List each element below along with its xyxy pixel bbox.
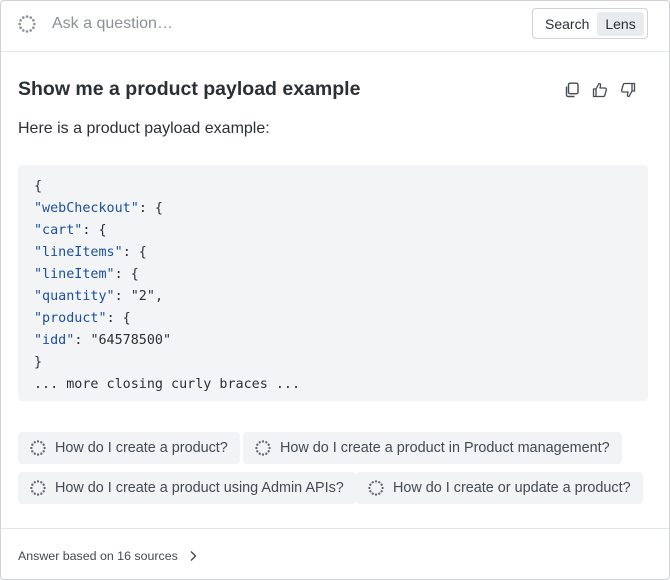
suggestion-chip[interactable]: How do I create a product in Product man…	[243, 432, 622, 464]
dotted-circle-icon	[255, 440, 271, 456]
sources-label: Answer based on 16 sources	[18, 549, 178, 563]
dotted-circle-icon	[368, 480, 384, 496]
suggestion-label: How do I create or update a product?	[393, 480, 631, 496]
thumbs-up-icon	[592, 82, 608, 98]
sources-link[interactable]: Answer based on 16 sources	[18, 549, 198, 563]
mode-lens-button[interactable]: Lens	[597, 11, 644, 36]
code-token: "cart"	[34, 223, 83, 238]
suggestion-chip[interactable]: How do I create a product?	[18, 432, 240, 464]
code-line: "product": {	[34, 308, 632, 330]
thumbs-down-icon	[620, 82, 636, 98]
chevron-right-icon	[190, 551, 197, 561]
code-line: "lineItems": {	[34, 242, 632, 264]
suggestion-chip[interactable]: How do I create a product using Admin AP…	[18, 472, 356, 504]
thumbs-up-button[interactable]	[590, 80, 610, 100]
code-token: "lineItem"	[34, 267, 115, 282]
code-token: : {	[106, 311, 131, 326]
code-token: : {	[138, 201, 163, 216]
code-token: }	[34, 355, 43, 370]
dotted-circle-icon	[30, 440, 46, 456]
code-line: "lineItem": {	[34, 264, 632, 286]
code-token: "webCheckout"	[34, 201, 139, 216]
mode-toggle: Search Lens	[532, 8, 648, 39]
code-line: {	[34, 176, 632, 198]
copy-button[interactable]	[562, 80, 582, 100]
code-token: :	[74, 333, 91, 348]
dotted-circle-icon	[30, 480, 46, 496]
ask-ai-panel: Search Lens Show me a product payload ex…	[0, 0, 670, 580]
code-token: ,	[154, 289, 163, 304]
code-token: : {	[82, 223, 107, 238]
suggestion-label: How do I create a product?	[55, 440, 228, 456]
code-line: "cart": {	[34, 220, 632, 242]
code-line: ... more closing curly braces ...	[34, 374, 632, 396]
code-token: "quantity"	[34, 289, 115, 304]
suggestion-label: How do I create a product using Admin AP…	[55, 480, 344, 496]
code-block: {"webCheckout": {"cart": {"lineItems": {…	[18, 165, 648, 401]
code-token: "product"	[34, 311, 107, 326]
thumbs-down-button[interactable]	[618, 80, 638, 100]
code-token: "2"	[130, 289, 155, 304]
code-line: "webCheckout": {	[34, 198, 632, 220]
code-line: "quantity": "2",	[34, 286, 632, 308]
code-token: "idd"	[34, 333, 75, 348]
code-token: ... more closing curly braces ...	[34, 377, 301, 392]
question-title: Show me a product payload example	[18, 78, 361, 100]
code-token: : {	[114, 267, 139, 282]
code-line: "idd": "64578500"	[34, 330, 632, 352]
mode-search-button[interactable]: Search	[545, 16, 589, 32]
code-token: {	[34, 179, 43, 194]
code-line: }	[34, 352, 632, 374]
answer-actions	[562, 80, 638, 100]
copy-icon	[565, 82, 579, 98]
dotted-circle-icon	[18, 15, 36, 33]
suggestion-chip[interactable]: How do I create or update a product?	[356, 472, 643, 504]
suggestion-label: How do I create a product in Product man…	[280, 440, 610, 456]
code-token: : {	[122, 245, 147, 260]
footer-divider	[1, 528, 669, 529]
search-bar: Search Lens	[1, 1, 669, 52]
search-input[interactable]	[52, 13, 512, 35]
code-token: "lineItems"	[34, 245, 123, 260]
code-token: :	[114, 289, 131, 304]
code-token: "64578500"	[90, 333, 172, 348]
answer-intro: Here is a product payload example:	[18, 120, 270, 137]
